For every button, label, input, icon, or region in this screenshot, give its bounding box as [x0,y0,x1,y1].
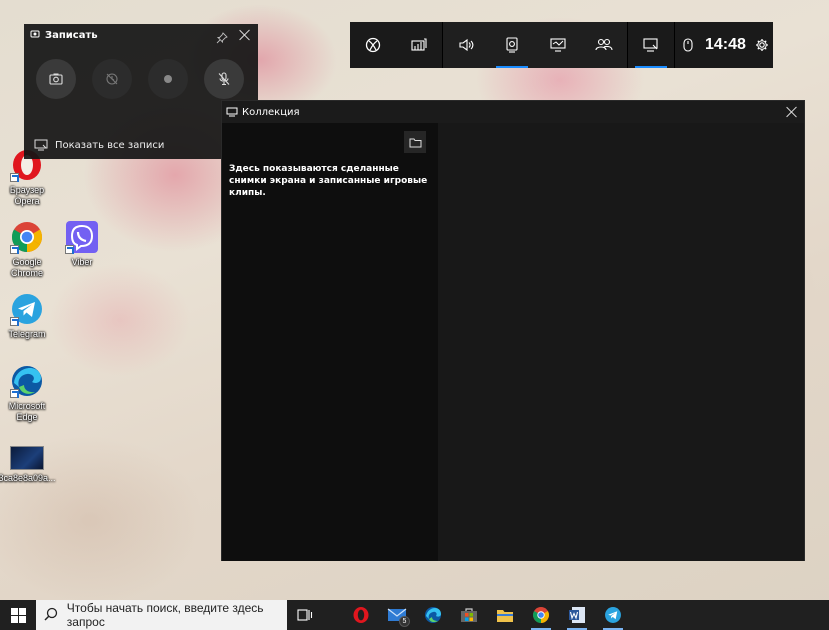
desktop-icon-label: Google Chrome [10,257,43,278]
telegram-icon [10,292,44,326]
folder-icon [497,609,513,622]
microphone-toggle-button[interactable] [204,59,244,99]
xbox-social-button[interactable] [581,22,627,68]
game-bar: 14:48 [350,22,773,68]
search-icon [44,607,59,624]
performance-icon [411,38,427,51]
capture-icon [30,29,42,42]
gallery-title: Коллекция [242,106,300,118]
taskbar-opera[interactable] [343,600,379,630]
gallery-button[interactable] [628,22,674,68]
record-dot-icon [164,75,172,83]
record-last-icon [106,73,118,85]
store-icon [461,608,477,622]
chrome-icon [533,607,549,623]
settings-button[interactable] [752,22,772,68]
start-recording-button[interactable] [148,59,188,99]
gear-icon [755,39,768,51]
chrome-icon [10,220,44,254]
folder-icon [409,138,421,147]
gallery-window: Коллекция Здесь показываются сделанные с… [221,100,805,561]
opera-icon [353,607,369,623]
gallery-icon [643,38,658,52]
xbox-button[interactable] [350,22,396,68]
open-folder-button[interactable] [404,131,426,153]
image-thumbnail-icon [10,446,44,470]
microphone-off-icon [218,72,230,86]
desktop-icon-image-file[interactable]: 3ca8e8a09a... [0,446,57,484]
mouse-lock-button[interactable] [675,22,701,68]
speaker-icon [459,38,474,52]
camera-icon [49,73,63,85]
taskbar-file-explorer[interactable] [487,600,523,630]
desktop-icon-label: Viber [71,257,93,267]
taskbar-telegram[interactable] [595,600,631,630]
desktop-icon-label: Microsoft Edge [8,401,46,422]
people-icon [595,38,613,51]
gallery-empty-message: Здесь показываются сделанные снимки экра… [229,164,428,198]
desktop-icon-viber[interactable]: Viber [52,220,112,268]
taskbar-store[interactable] [451,600,487,630]
capture-widget-title: Записать [45,29,98,41]
start-button[interactable] [0,600,36,630]
windows-icon [10,607,26,623]
task-view-button[interactable] [287,600,323,630]
telegram-icon [605,607,621,623]
word-icon [569,607,585,623]
capture-icon [506,37,518,53]
close-icon[interactable] [786,106,798,118]
resources-button[interactable] [535,22,581,68]
clock: 14:48 [705,36,746,53]
desktop-icon-label: 3ca8e8a09a... [0,473,56,483]
capture-button[interactable] [489,22,535,68]
taskbar: Чтобы начать поиск, введите здесь запрос… [0,600,829,630]
search-box[interactable]: Чтобы начать поиск, введите здесь запрос [36,600,287,630]
taskbar-mail[interactable]: 5 [379,600,415,630]
close-icon[interactable] [238,28,252,42]
performance-button[interactable] [396,22,442,68]
pin-icon[interactable] [216,29,228,44]
screenshot-button[interactable] [36,59,76,99]
gallery-icon [34,139,48,151]
gallery-icon [226,107,238,117]
mouse-icon [683,38,693,52]
edge-icon [10,364,44,398]
search-placeholder: Чтобы начать поиск, введите здесь запрос [66,601,264,629]
mail-badge: 5 [399,616,410,627]
show-all-captures-label: Показать все записи [55,139,165,151]
gallery-list-pane: Здесь показываются сделанные снимки экра… [222,123,438,561]
desktop-icon-telegram[interactable]: Telegram [0,292,57,340]
edge-icon [425,607,441,623]
record-last-30s-button[interactable] [92,59,132,99]
viber-icon [65,220,99,254]
desktop-icon-chrome[interactable]: Google Chrome [0,220,57,279]
xbox-icon [365,37,381,53]
desktop-icon-label: Telegram [8,329,46,339]
gallery-titlebar: Коллекция [222,101,804,123]
task-view-icon [297,609,313,621]
taskbar-word[interactable] [559,600,595,630]
monitor-icon [550,38,566,52]
audio-button[interactable] [443,22,489,68]
gallery-preview-pane [438,123,804,561]
taskbar-chrome[interactable] [523,600,559,630]
desktop-icon-edge[interactable]: Microsoft Edge [0,364,57,423]
desktop-icon-label: Браузер Opera [9,185,45,206]
taskbar-edge[interactable] [415,600,451,630]
